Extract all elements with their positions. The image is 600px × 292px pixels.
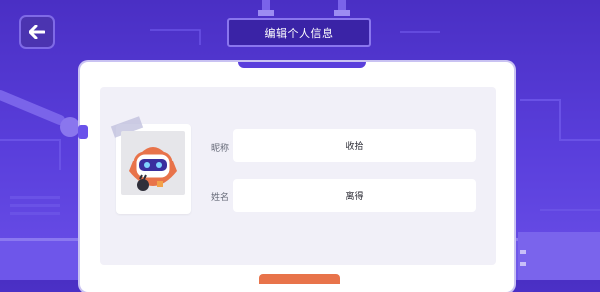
arrow-left-icon (29, 25, 45, 39)
save-button[interactable] (259, 274, 340, 284)
nickname-input[interactable]: 收拾 (233, 129, 476, 162)
name-input[interactable]: 离得 (233, 179, 476, 212)
avatar[interactable] (121, 131, 185, 195)
name-label: 姓名 (211, 193, 230, 203)
back-button[interactable] (19, 15, 55, 49)
panel-side-tab (78, 125, 88, 139)
robot-avatar-icon (129, 147, 177, 191)
page-title: 编辑个人信息 (227, 18, 371, 47)
panel-notch (238, 62, 366, 68)
nickname-label: 昵称 (211, 144, 230, 154)
